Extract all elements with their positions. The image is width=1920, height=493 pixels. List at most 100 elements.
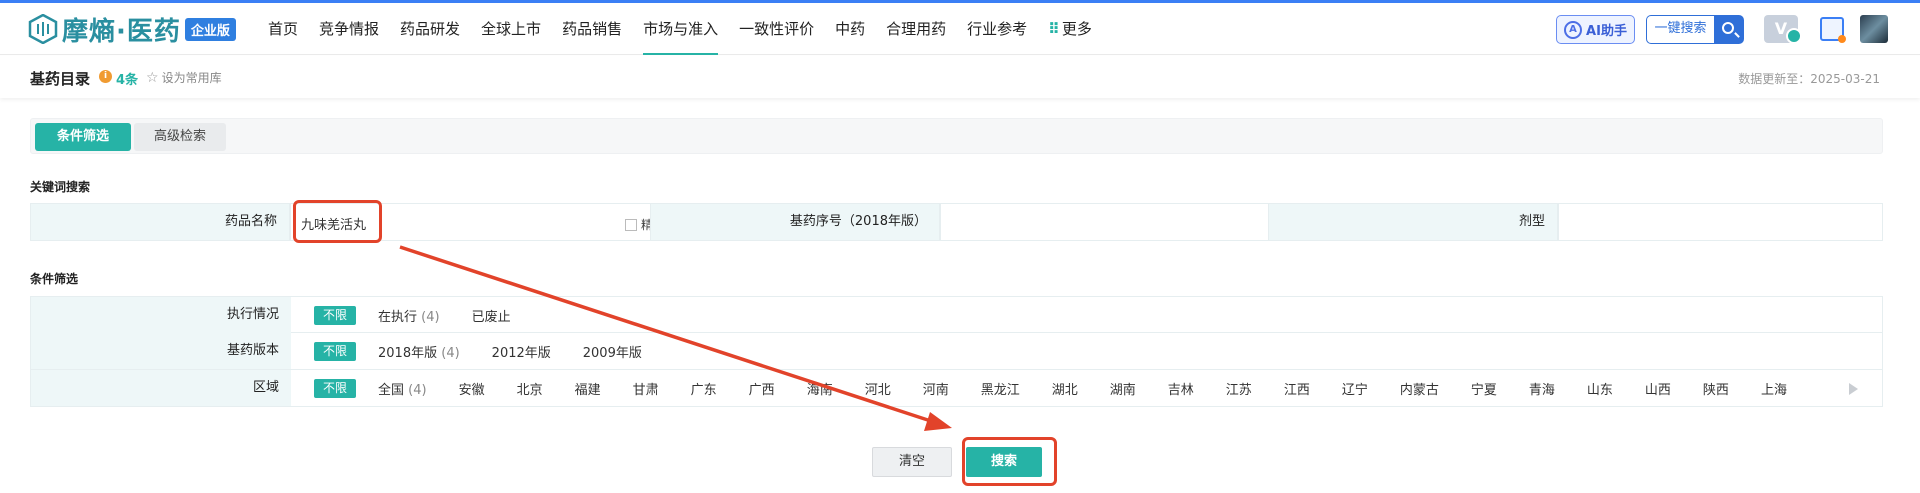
data-update-time: 数据更新至：2025-03-21 <box>1738 72 1880 86</box>
filter-option-region[interactable]: 吉林 <box>1168 379 1194 398</box>
star-icon: ☆ <box>146 69 159 86</box>
filter-option-region[interactable]: 青海 <box>1529 379 1555 398</box>
filter-option-region[interactable]: 江苏 <box>1226 379 1252 398</box>
vip-badge[interactable]: V <box>1764 15 1804 45</box>
brand-logo[interactable]: 摩熵·医药 企业版 <box>28 12 236 47</box>
nav-item-global-launch[interactable]: 全球上市 <box>481 3 541 55</box>
filter-table: 执行情况 不限 在执行 (4) 已废止 基药版本 不限 2018年版 (4) 2… <box>30 296 1883 407</box>
filter-option-text: 甘肃 <box>632 382 659 398</box>
filter-option-text: 江西 <box>1283 382 1310 398</box>
filter-option-region[interactable]: 辽宁 <box>1342 379 1368 398</box>
filter-option-text: 2009年版 <box>582 345 642 361</box>
page-subheader: 基药目录 i 4条 ☆ 设为常用库 数据更新至：2025-03-21 <box>0 56 1920 98</box>
filter-option-region[interactable]: 内蒙古 <box>1400 379 1439 398</box>
filter-option-region[interactable]: 山东 <box>1587 379 1613 398</box>
filter-option[interactable]: 2012年版 <box>492 342 551 361</box>
filter-label-region: 区域 <box>31 370 291 406</box>
filter-option-region[interactable]: 山西 <box>1645 379 1671 398</box>
result-count: 4条 <box>116 73 139 88</box>
filter-option-region[interactable]: 湖南 <box>1110 379 1136 398</box>
filter-option-region[interactable]: 海南 <box>807 379 833 398</box>
filter-option-region[interactable]: 湖北 <box>1052 379 1078 398</box>
filter-option-region[interactable]: 广西 <box>749 379 775 398</box>
filter-option-count: (4) <box>421 309 440 325</box>
dosage-form-label: 剂型 <box>1268 203 1558 241</box>
filter-option-text: 陕西 <box>1702 382 1729 398</box>
filter-option-text: 青海 <box>1528 382 1555 398</box>
notebook-icon[interactable] <box>1820 17 1846 43</box>
dosage-form-input[interactable] <box>1558 203 1883 241</box>
set-favorite-label: 设为常用库 <box>161 71 222 85</box>
scroll-right-icon[interactable] <box>1849 383 1858 395</box>
nav-item-rnd[interactable]: 药品研发 <box>400 3 460 55</box>
filter-option-region[interactable]: 宁夏 <box>1471 379 1497 398</box>
filter-option-all[interactable]: 不限 <box>314 378 357 398</box>
filter-option-text: 山东 <box>1586 382 1613 398</box>
nav-item-rational-use[interactable]: 合理用药 <box>886 3 946 55</box>
tab-advanced-search[interactable]: 高级检索 <box>134 123 226 151</box>
filter-option-text: 已废止 <box>471 309 511 325</box>
user-avatar[interactable] <box>1860 15 1888 43</box>
nav-item-tcm[interactable]: 中药 <box>835 3 865 55</box>
filter-option[interactable]: 2018年版 (4) <box>378 342 460 361</box>
nav-item-competition[interactable]: 竞争情报 <box>319 3 379 55</box>
filter-option-region[interactable]: 广东 <box>691 379 717 398</box>
filter-option-region[interactable]: 河北 <box>865 379 891 398</box>
filter-option-text: 辽宁 <box>1341 382 1368 398</box>
filter-option-region[interactable]: 全国 (4) <box>378 379 427 398</box>
nav-item-home[interactable]: 首页 <box>268 3 298 55</box>
ai-assistant-label: AI助手 <box>1586 24 1627 39</box>
filter-option-all[interactable]: 不限 <box>314 341 357 361</box>
filter-option-region[interactable]: 甘肃 <box>633 379 659 398</box>
quick-search-icon-button[interactable] <box>1714 15 1744 44</box>
filter-option-text: 吉林 <box>1167 382 1194 398</box>
clear-button[interactable]: 清空 <box>872 447 952 477</box>
filter-option-text: 海南 <box>806 382 833 398</box>
info-icon[interactable]: i <box>99 70 112 83</box>
quick-search: 一键搜索 <box>1646 15 1744 44</box>
nav-item-more[interactable]: ⠿ 更多 <box>1048 3 1092 55</box>
verified-check-icon <box>1786 28 1802 44</box>
serial-number-input[interactable] <box>940 203 1294 241</box>
filter-option-count: (4) <box>441 345 460 361</box>
filter-option-all[interactable]: 不限 <box>314 305 357 325</box>
filter-option[interactable]: 2009年版 <box>583 342 642 361</box>
filter-option-region[interactable]: 河南 <box>923 379 949 398</box>
filter-option-text: 在执行 <box>378 309 418 325</box>
filter-option-region[interactable]: 上海 <box>1761 379 1787 398</box>
search-mode-tabs: 条件筛选 高级检索 <box>30 118 1883 154</box>
filter-option[interactable]: 已废止 <box>472 306 511 325</box>
filter-option-text: 宁夏 <box>1470 382 1497 398</box>
ai-assistant-button[interactable]: A AI助手 <box>1556 15 1635 44</box>
main-nav: 首页 竞争情报 药品研发 全球上市 药品销售 市场与准入 一致性评价 中药 合理… <box>268 3 1113 55</box>
nav-item-industry[interactable]: 行业参考 <box>967 3 1027 55</box>
filter-option-region[interactable]: 北京 <box>517 379 543 398</box>
set-favorite-link[interactable]: ☆ 设为常用库 <box>146 69 222 86</box>
quick-search-button[interactable]: 一键搜索 <box>1646 15 1714 44</box>
filter-option-region[interactable]: 陕西 <box>1703 379 1729 398</box>
tab-condition-filter[interactable]: 条件筛选 <box>35 123 131 151</box>
filter-options-version: 不限 2018年版 (4) 2012年版 2009年版 <box>314 333 642 369</box>
nav-item-market-access[interactable]: 市场与准入 <box>643 3 719 55</box>
filter-option-text: 江苏 <box>1225 382 1252 398</box>
filter-option-region[interactable]: 福建 <box>575 379 601 398</box>
filter-option-text: 内蒙古 <box>1399 382 1439 398</box>
ai-icon: A <box>1564 20 1583 39</box>
filter-option-region[interactable]: 安徽 <box>459 379 485 398</box>
filter-option-count: (4) <box>408 382 427 398</box>
filter-option-text: 河南 <box>922 382 949 398</box>
filter-row-version: 基药版本 不限 2018年版 (4) 2012年版 2009年版 <box>30 333 1883 370</box>
filter-option-region[interactable]: 黑龙江 <box>981 379 1020 398</box>
filter-option-region[interactable]: 江西 <box>1284 379 1310 398</box>
serial-number-label: 基药序号（2018年版） <box>650 203 940 241</box>
filter-option[interactable]: 在执行 (4) <box>378 306 440 325</box>
nav-item-sales[interactable]: 药品销售 <box>562 3 622 55</box>
checkbox-icon <box>624 218 637 231</box>
highlight-box-drug-name <box>293 200 382 243</box>
search-icon <box>1722 22 1734 34</box>
nav-item-consistency[interactable]: 一致性评价 <box>739 3 814 55</box>
brand-name: 摩熵·医药 <box>62 16 181 47</box>
filter-option-text: 上海 <box>1760 382 1787 398</box>
nav-more-label: 更多 <box>1061 20 1092 38</box>
filter-option-text: 全国 <box>378 382 405 398</box>
